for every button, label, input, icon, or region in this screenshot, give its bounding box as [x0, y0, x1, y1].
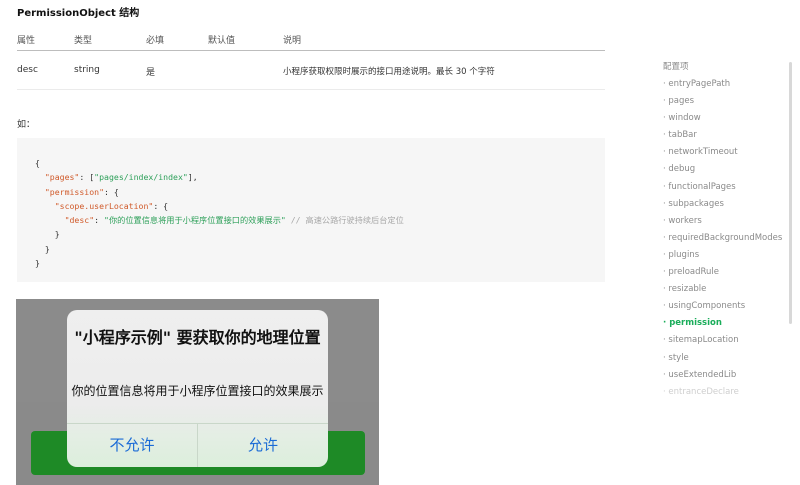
- cell-required: 是: [146, 68, 156, 78]
- code-line: "scope.userLocation": {: [35, 199, 605, 213]
- toc-item-plugins[interactable]: · plugins: [663, 247, 785, 264]
- allow-button[interactable]: 允许: [198, 424, 328, 467]
- code-key: "pages": [44, 172, 80, 183]
- cell-type: string: [74, 65, 100, 75]
- toc-item-tabBar[interactable]: · tabBar: [663, 127, 785, 144]
- header-attribute: 属性: [17, 36, 36, 46]
- properties-table: 属性 类型 必填 默认值 说明 desc string 是 小程序获取权限时展示…: [17, 30, 605, 90]
- code-line: }: [35, 256, 605, 270]
- toc-item-style[interactable]: · style: [663, 350, 785, 367]
- code-line: "desc": "你的位置信息将用于小程序位置接口的效果展示" // 高速公路行…: [35, 213, 605, 227]
- code-punct: ],: [187, 172, 198, 183]
- code-string: "pages/index/index": [94, 172, 188, 183]
- code-string: "你的位置信息将用于小程序位置接口的效果展示": [104, 215, 286, 226]
- toc-item-functionalPages[interactable]: · functionalPages: [663, 179, 785, 196]
- code-punct: : [: [79, 172, 95, 183]
- toc-item-useExtendedLib[interactable]: · useExtendedLib: [663, 367, 785, 384]
- toc-item-requiredBackgroundModes[interactable]: · requiredBackgroundModes: [663, 230, 785, 247]
- section-title: PermissionObject 结构: [17, 8, 140, 19]
- toc-item-workers[interactable]: · workers: [663, 213, 785, 230]
- toc-item-pages[interactable]: · pages: [663, 93, 785, 110]
- code-key: "scope.userLocation": [54, 200, 154, 211]
- code-line: }: [35, 227, 605, 241]
- code-line: "pages": ["pages/index/index"],: [35, 170, 605, 184]
- deny-button[interactable]: 不允许: [67, 424, 198, 467]
- code-brace: {: [35, 158, 40, 168]
- phone-screenshot: "小程序示例" 要获取你的地理位置 你的位置信息将用于小程序位置接口的效果展示 …: [16, 299, 379, 485]
- toc-item-entranceDeclare[interactable]: · entranceDeclare: [663, 384, 785, 401]
- toc-item-entryPagePath[interactable]: · entryPagePath: [663, 76, 785, 93]
- toc-item-resizable[interactable]: · resizable: [663, 281, 785, 298]
- header-description: 说明: [283, 36, 302, 46]
- location-permission-dialog: "小程序示例" 要获取你的地理位置 你的位置信息将用于小程序位置接口的效果展示 …: [67, 310, 328, 467]
- code-key: "desc": [64, 215, 95, 226]
- code-brace: }: [54, 229, 60, 240]
- toc-item-networkTimeout[interactable]: · networkTimeout: [663, 144, 785, 161]
- toc-title: 配置项: [663, 62, 689, 72]
- example-label: 如：: [17, 120, 36, 130]
- dialog-buttons: 不允许 允许: [67, 423, 328, 467]
- code-punct: :: [94, 215, 105, 226]
- cell-description: 小程序获取权限时展示的接口用途说明。最长 30 个字符: [283, 67, 495, 77]
- code-brace: }: [44, 243, 50, 254]
- toc-item-preloadRule[interactable]: · preloadRule: [663, 264, 785, 281]
- table-header: 属性 类型 必填 默认值 说明: [17, 30, 605, 51]
- code-comment: // 高速公路行驶持续后台定位: [285, 215, 404, 226]
- code-line: }: [35, 242, 605, 256]
- cell-attribute: desc: [17, 65, 38, 75]
- code-line: {: [35, 156, 605, 170]
- dialog-title: "小程序示例" 要获取你的地理位置: [74, 328, 321, 347]
- toc-item-window[interactable]: · window: [663, 110, 785, 127]
- header-default: 默认值: [208, 36, 236, 46]
- code-punct: : {: [104, 186, 119, 197]
- toc-item-sitemapLocation[interactable]: · sitemapLocation: [663, 332, 785, 349]
- header-type: 类型: [74, 36, 93, 46]
- code-line: "permission": {: [35, 185, 605, 199]
- code-brace: }: [35, 258, 40, 269]
- code-key: "permission": [44, 186, 105, 197]
- header-required: 必填: [146, 36, 165, 46]
- dialog-message: 你的位置信息将用于小程序位置接口的效果展示: [71, 384, 324, 398]
- toc-item-debug[interactable]: · debug: [663, 161, 785, 178]
- toc-scrollbar[interactable]: [789, 62, 792, 324]
- toc-item-usingComponents[interactable]: · usingComponents: [663, 298, 785, 315]
- code-block[interactable]: { "pages": ["pages/index/index"], "permi…: [17, 138, 605, 282]
- table-row: desc string 是 小程序获取权限时展示的接口用途说明。最长 30 个字…: [17, 51, 605, 90]
- table-of-contents: 配置项 · entryPagePath · pages · window · t…: [663, 60, 788, 401]
- toc-item-permission[interactable]: · permission: [663, 315, 785, 332]
- toc-item-subpackages[interactable]: · subpackages: [663, 196, 785, 213]
- doc-content: PermissionObject 结构 属性 类型 必填 默认值 说明 desc…: [0, 0, 620, 485]
- code-punct: : {: [153, 200, 169, 211]
